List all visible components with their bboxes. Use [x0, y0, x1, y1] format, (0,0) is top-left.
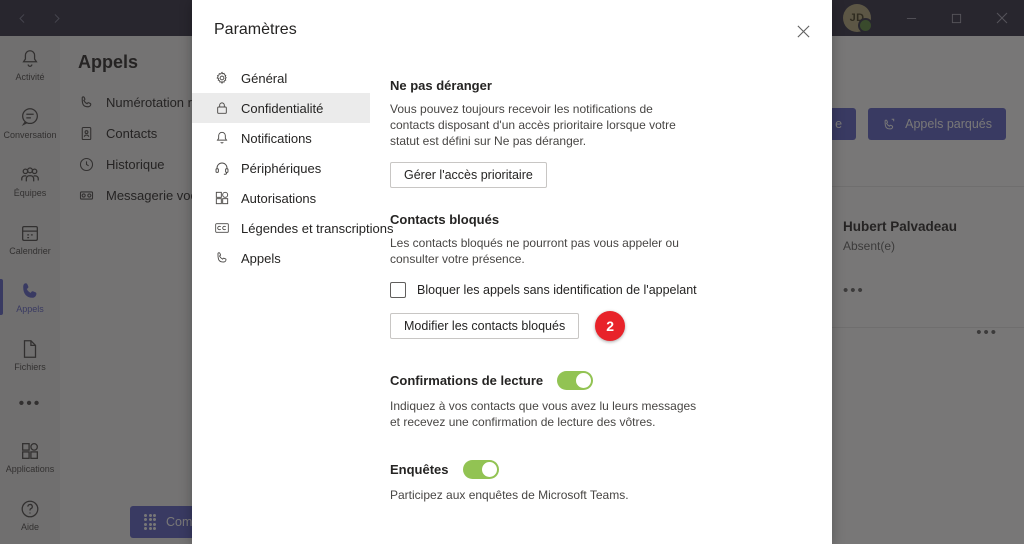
- headset-icon: [214, 160, 230, 176]
- phone-icon: [214, 250, 230, 266]
- settings-nav-item-notifications[interactable]: Notifications: [192, 123, 370, 153]
- section-description-surveys: Participez aux enquêtes de Microsoft Tea…: [390, 488, 629, 502]
- toggle-knob: [576, 373, 592, 388]
- teams-window: Activité Conversation: [0, 0, 1024, 544]
- step-badge-2: 2: [595, 311, 626, 341]
- surveys-toggle[interactable]: [462, 460, 499, 479]
- section-header-surveys: Enquêtes: [390, 460, 814, 479]
- settings-nav-item-label: Périphériques: [241, 160, 322, 176]
- section-header-read-receipts: Confirmations de lecture: [390, 371, 814, 390]
- close-icon: [796, 24, 810, 38]
- section-title-dnd: Ne pas déranger: [390, 78, 492, 93]
- section-description-read-receipts: Indiquez à vos contacts que vous avez lu…: [390, 399, 697, 429]
- settings-nav-item-label: Confidentialité: [241, 100, 324, 116]
- edit-blocked-contacts-button[interactable]: Modifier les contacts bloqués: [390, 313, 580, 339]
- settings-content-confidentialite: Ne pas déranger Vous pouvez toujours rec…: [370, 60, 832, 544]
- lock-icon: [214, 100, 230, 116]
- settings-nav-item-label: Notifications: [241, 130, 312, 146]
- read-receipts-toggle[interactable]: [557, 371, 594, 390]
- settings-nav-item-label: Autorisations: [241, 190, 317, 206]
- grid-icon: [214, 190, 230, 206]
- settings-nav-item-appels[interactable]: Appels: [192, 243, 370, 273]
- settings-nav-item-autorisations[interactable]: Autorisations: [192, 183, 370, 213]
- bell-icon: [214, 130, 230, 146]
- settings-nav-item-label: Général: [241, 70, 288, 86]
- cc-icon: [214, 220, 230, 236]
- settings-dialog-body: Général Confidentialité Notifications Pé…: [192, 60, 832, 544]
- settings-nav-item-peripheriques[interactable]: Périphériques: [192, 153, 370, 183]
- block-anonymous-calls-checkbox[interactable]: [390, 282, 406, 298]
- settings-close-button[interactable]: [788, 16, 818, 46]
- section-description-dnd: Vous pouvez toujours recevoir les notifi…: [390, 102, 676, 148]
- block-anonymous-calls-row[interactable]: Bloquer les appels sans identification d…: [390, 282, 814, 298]
- settings-nav-item-confidentialite[interactable]: Confidentialité: [192, 93, 370, 123]
- edit-blocked-contacts-row: Modifier les contacts bloqués 2: [390, 298, 814, 341]
- toggle-knob: [481, 462, 497, 477]
- section-description-blocked: Les contacts bloqués ne pourront pas vou…: [390, 236, 679, 266]
- block-anonymous-calls-label: Bloquer les appels sans identification d…: [417, 283, 697, 297]
- manage-priority-access-button[interactable]: Gérer l'accès prioritaire: [390, 162, 547, 188]
- page-title: Paramètres: [214, 21, 297, 38]
- settings-dialog-header: Paramètres: [192, 0, 832, 60]
- section-title-surveys: Enquêtes: [390, 462, 449, 477]
- settings-nav-item-general[interactable]: Général: [192, 63, 370, 93]
- settings-dialog: Paramètres Général Confidentialité Notif…: [192, 0, 832, 544]
- settings-nav-item-label: Appels: [241, 250, 281, 266]
- section-title-read-receipts: Confirmations de lecture: [390, 373, 544, 388]
- settings-nav: Général Confidentialité Notifications Pé…: [192, 60, 393, 544]
- section-title-blocked: Contacts bloqués: [390, 212, 500, 227]
- settings-nav-item-legendes-transcriptions[interactable]: Légendes et transcriptions: [192, 213, 393, 243]
- gear-icon: [214, 70, 230, 86]
